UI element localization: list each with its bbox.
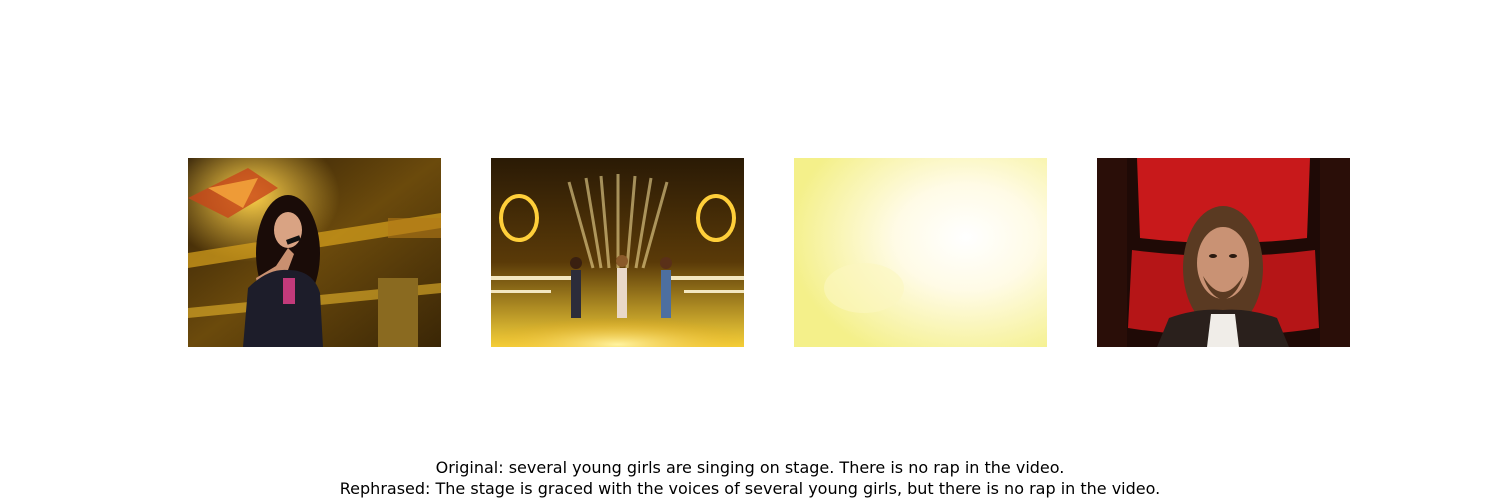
coach-chair-frame [1097,158,1350,347]
light-flash-frame [794,158,1047,347]
stage-trio-frame [491,158,744,347]
caption-original: Original: several young girls are singin… [435,458,1065,477]
singer-solo-frame [188,158,441,347]
caption: Original: several young girls are singin… [0,457,1500,499]
video-frames-figure: Original: several young girls are singin… [0,0,1500,500]
caption-rephrased: Rephrased: The stage is graced with the … [339,479,1161,498]
